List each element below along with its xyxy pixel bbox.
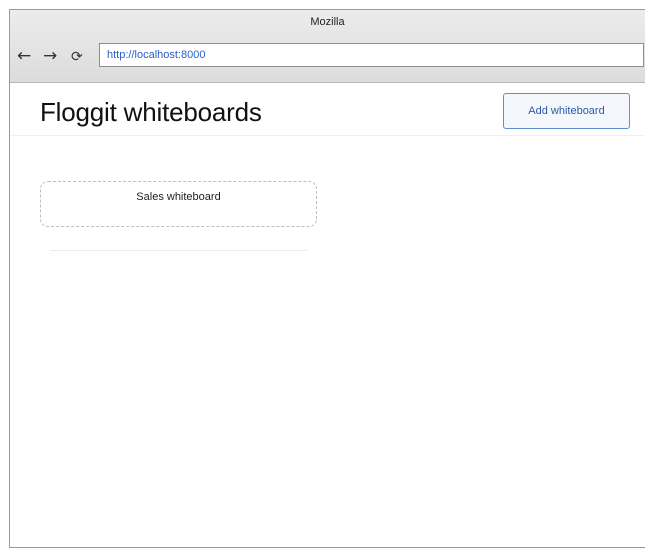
page-content: Floggit whiteboards Add whiteboard Sales…	[10, 83, 645, 547]
page-title: Floggit whiteboards	[40, 97, 262, 127]
browser-window: Mozilla ← → ⟳ http://localhost:8000 Flog…	[9, 9, 645, 548]
whiteboard-card-label: Sales whiteboard	[136, 191, 221, 203]
url-bar[interactable]: http://localhost:8000	[99, 43, 644, 67]
window-title: Mozilla	[310, 16, 345, 28]
reload-icon[interactable]: ⟳	[71, 47, 83, 67]
list-divider	[50, 250, 308, 251]
whiteboard-card[interactable]: Sales whiteboard	[40, 181, 317, 227]
add-whiteboard-button[interactable]: Add whiteboard	[503, 93, 630, 129]
browser-chrome: Mozilla ← → ⟳ http://localhost:8000	[10, 10, 645, 83]
back-arrow-icon[interactable]: ←	[17, 46, 31, 66]
page-header: Floggit whiteboards Add whiteboard	[10, 83, 645, 136]
forward-arrow-icon[interactable]: →	[43, 46, 57, 66]
